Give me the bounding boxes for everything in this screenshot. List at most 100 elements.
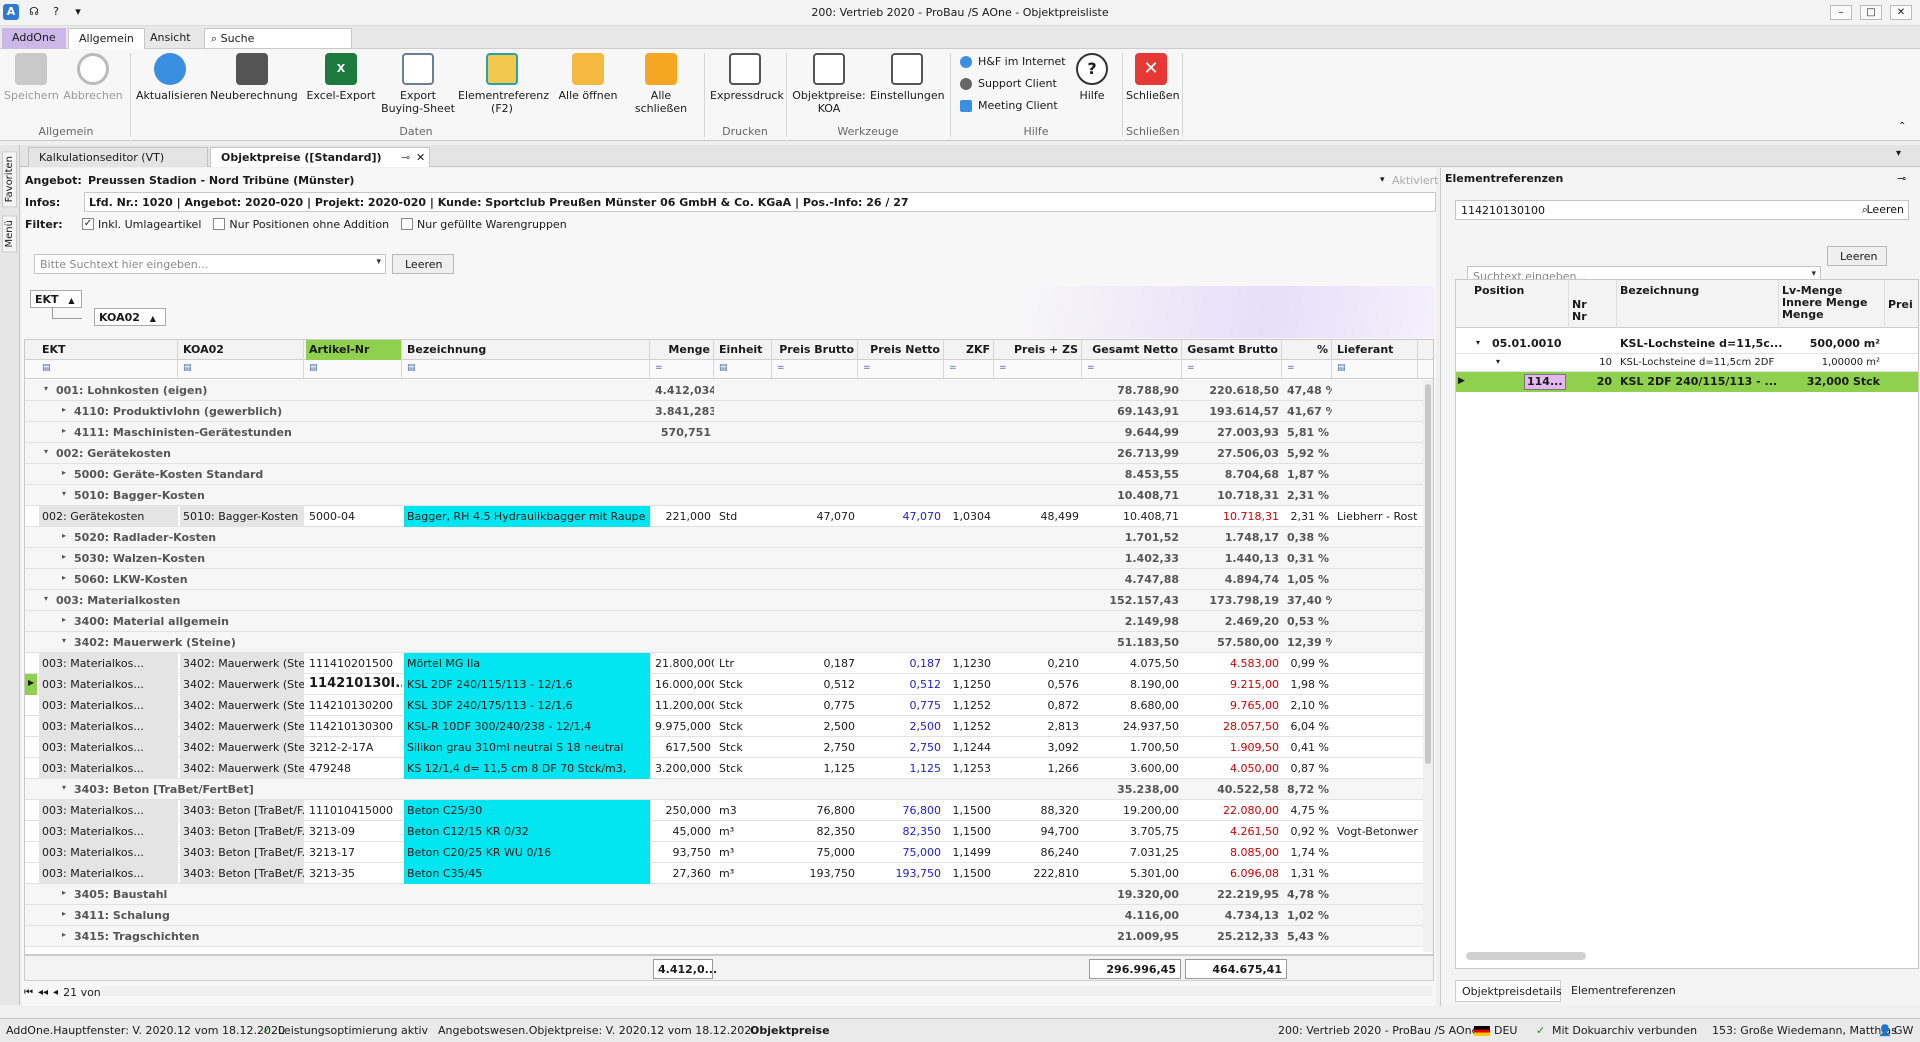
cell-pzs[interactable]: 222,810 [996, 863, 1082, 884]
cell-einheit[interactable]: Stck [716, 716, 772, 737]
cell-gnetto[interactable]: 3.705,75 [1084, 821, 1182, 842]
cell-lief[interactable] [1334, 842, 1418, 863]
expand-icon[interactable]: ▸ [59, 611, 69, 632]
cell-pzs[interactable]: 1,266 [996, 758, 1082, 779]
tab-menu-icon[interactable]: ▾ [1896, 148, 1901, 159]
cell-einheit[interactable]: m3 [716, 800, 772, 821]
cell-gbrutto[interactable]: 10.718,31 [1184, 506, 1282, 527]
cell-pb[interactable]: 193,750 [774, 863, 858, 884]
group-row[interactable]: ▸ 3405: Baustahl 19.320,00 22.219,95 4,78 % [25, 884, 1433, 905]
cell-zkf[interactable]: 1,1230 [946, 653, 994, 674]
cell-zkf[interactable]: 1,0304 [946, 506, 994, 527]
cell-pzs[interactable]: 86,240 [996, 842, 1082, 863]
group-row[interactable]: ▾ 003: Materialkosten 152.157,43 173.798,19… [25, 590, 1433, 611]
element-row-selected[interactable]: ▶ 114... 20 KSL 2DF 240/115/113 - ... 32… [1456, 372, 1918, 392]
cell-pct[interactable]: 1,31 % [1284, 863, 1332, 884]
column-filter-icon[interactable]: = [1084, 360, 1182, 379]
horizontal-scrollbar[interactable] [1466, 952, 1586, 960]
cell-pn[interactable]: 0,187 [860, 653, 944, 674]
cell-pb[interactable]: 76,800 [774, 800, 858, 821]
table-row[interactable]: 003: Materialkos... 3402: Mauerwerk (Ste.… [25, 737, 1433, 758]
cell-bez[interactable]: Beton C12/15 KR 0/32 [404, 821, 650, 842]
collapse-ribbon-icon[interactable]: ⌃ [1898, 121, 1906, 132]
cell-koa[interactable]: 3402: Mauerwerk (Ste... [180, 674, 304, 695]
expand-icon[interactable]: ▸ [59, 527, 69, 548]
cell-lief[interactable]: Liebherr - Rost... [1334, 506, 1418, 527]
tab-objektpreise[interactable]: Objektpreise ([Standard]) ⊸ ✕ [210, 147, 430, 167]
cell-zkf[interactable]: 1,1500 [946, 863, 994, 884]
cell-einheit[interactable]: Std [716, 506, 772, 527]
cell-ekt[interactable]: 003: Materialkos... [39, 653, 178, 674]
horizontal-scrollbar[interactable] [102, 986, 1432, 996]
cell-pzs[interactable]: 0,210 [996, 653, 1082, 674]
einstellungen-button[interactable]: Einstellungen [870, 53, 945, 102]
meeting-client-button[interactable]: Meeting Client [960, 99, 1058, 112]
cell-einheit[interactable]: Ltr [716, 653, 772, 674]
cell-pct[interactable]: 0,99 % [1284, 653, 1332, 674]
table-row[interactable]: 003: Materialkos... 3402: Mauerwerk (Ste.… [25, 653, 1433, 674]
expand-icon[interactable]: ▸ [59, 569, 69, 590]
tab-addone[interactable]: AddOne [2, 28, 66, 49]
column-header-zkf[interactable]: ZKF [946, 340, 994, 360]
expand-icon[interactable]: ▸ [59, 884, 69, 905]
group-row[interactable]: ▸ 3415: Tragschichten 21.009,95 25.212,33 5,… [25, 926, 1433, 947]
cell-pn[interactable]: 1,125 [860, 758, 944, 779]
table-row[interactable]: 003: Materialkos... 3403: Beton [TraBet/F… [25, 842, 1433, 863]
group-row[interactable]: ▸ 4110: Produktivlohn (gewerblich) 3.841,2… [25, 401, 1433, 422]
expand-icon[interactable]: ▸ [59, 464, 69, 485]
cell-pn[interactable]: 76,800 [860, 800, 944, 821]
cell-zkf[interactable]: 1,1252 [946, 716, 994, 737]
cell-ekt[interactable]: 003: Materialkos... [39, 842, 178, 863]
cell-pb[interactable]: 75,000 [774, 842, 858, 863]
collapse-icon[interactable]: ▾ [1496, 357, 1500, 366]
collapse-icon[interactable]: ▾ [41, 380, 51, 401]
collapse-icon[interactable]: ▾ [59, 779, 69, 800]
filter-ohne-addition-checkbox[interactable]: Nur Positionen ohne Addition [213, 218, 389, 231]
sidebar-menu[interactable]: Menü [2, 215, 17, 253]
filter-umlageartikel-checkbox[interactable]: ✓ Inkl. Umlageartikel [82, 218, 201, 231]
group-row[interactable]: ▾ 3402: Mauerwerk (Steine) 51.183,50 57.580… [25, 632, 1433, 653]
cell-art[interactable]: 3213-35 [306, 863, 402, 884]
column-filter-icon[interactable]: = [652, 360, 714, 379]
column-filter-icon[interactable]: = [774, 360, 858, 379]
expand-icon[interactable]: ▸ [59, 905, 69, 926]
cell-lief[interactable] [1334, 674, 1418, 695]
tab-kalkulationseditor[interactable]: Kalkulationseditor (VT) [28, 147, 208, 167]
cell-zkf[interactable]: 1,1252 [946, 695, 994, 716]
cell-pb[interactable]: 82,350 [774, 821, 858, 842]
cell-gnetto[interactable]: 5.301,00 [1084, 863, 1182, 884]
column-header-ekt[interactable]: EKT [39, 340, 178, 360]
collapse-icon[interactable]: ▾ [1476, 338, 1480, 347]
cell-ekt[interactable]: 003: Materialkos... [39, 674, 178, 695]
cell-bez[interactable]: Bagger, RH 4.5 Hydraulikbagger mit Raupe [404, 506, 650, 527]
cell-gnetto[interactable]: 10.408,71 [1084, 506, 1182, 527]
cell-lief[interactable] [1334, 653, 1418, 674]
cell-gbrutto[interactable]: 4.261,50 [1184, 821, 1282, 842]
tab-ansicht[interactable]: Ansicht [140, 28, 201, 49]
group-row[interactable]: ▾ 001: Lohnkosten (eigen) 4.412,034 78.788,… [25, 380, 1433, 401]
cell-art[interactable]: 111410201500 [306, 653, 402, 674]
scrollbar-thumb[interactable] [1425, 384, 1431, 764]
cell-pzs[interactable]: 94,700 [996, 821, 1082, 842]
column-filter-icon[interactable]: ▤ [306, 360, 402, 379]
cell-lief[interactable] [1334, 737, 1418, 758]
cell-einheit[interactable]: m³ [716, 821, 772, 842]
alle-oeffnen-button[interactable]: Alle öffnen [556, 53, 620, 102]
cell-bez[interactable]: KSL 3DF 240/175/113 - 12/1,6 [404, 695, 650, 716]
cell-pct[interactable]: 0,92 % [1284, 821, 1332, 842]
cell-gnetto[interactable]: 7.031,25 [1084, 842, 1182, 863]
column-filter-icon[interactable]: = [860, 360, 944, 379]
elementreferenz-button[interactable]: Elementreferenz (F2) [458, 53, 549, 115]
cell-koa[interactable]: 3403: Beton [TraBet/F... [180, 863, 304, 884]
cell-koa[interactable]: 3402: Mauerwerk (Ste... [180, 695, 304, 716]
collapse-icon[interactable]: ▾ [59, 632, 69, 653]
column-header-pn[interactable]: Preis Netto [860, 340, 944, 360]
group-row[interactable]: ▸ 3411: Schalung 4.116,00 4.734,13 1,02 % [25, 905, 1433, 926]
cell-einheit[interactable]: Stck [716, 737, 772, 758]
first-record-icon[interactable]: ⏮ [24, 987, 33, 998]
column-filter-icon[interactable]: = [996, 360, 1082, 379]
cell-gbrutto[interactable]: 9.215,00 [1184, 674, 1282, 695]
cell-zkf[interactable]: 1,1244 [946, 737, 994, 758]
tab-objektpreisdetails[interactable]: Objektpreisdetails [1455, 980, 1562, 1002]
cell-lief[interactable] [1334, 863, 1418, 884]
